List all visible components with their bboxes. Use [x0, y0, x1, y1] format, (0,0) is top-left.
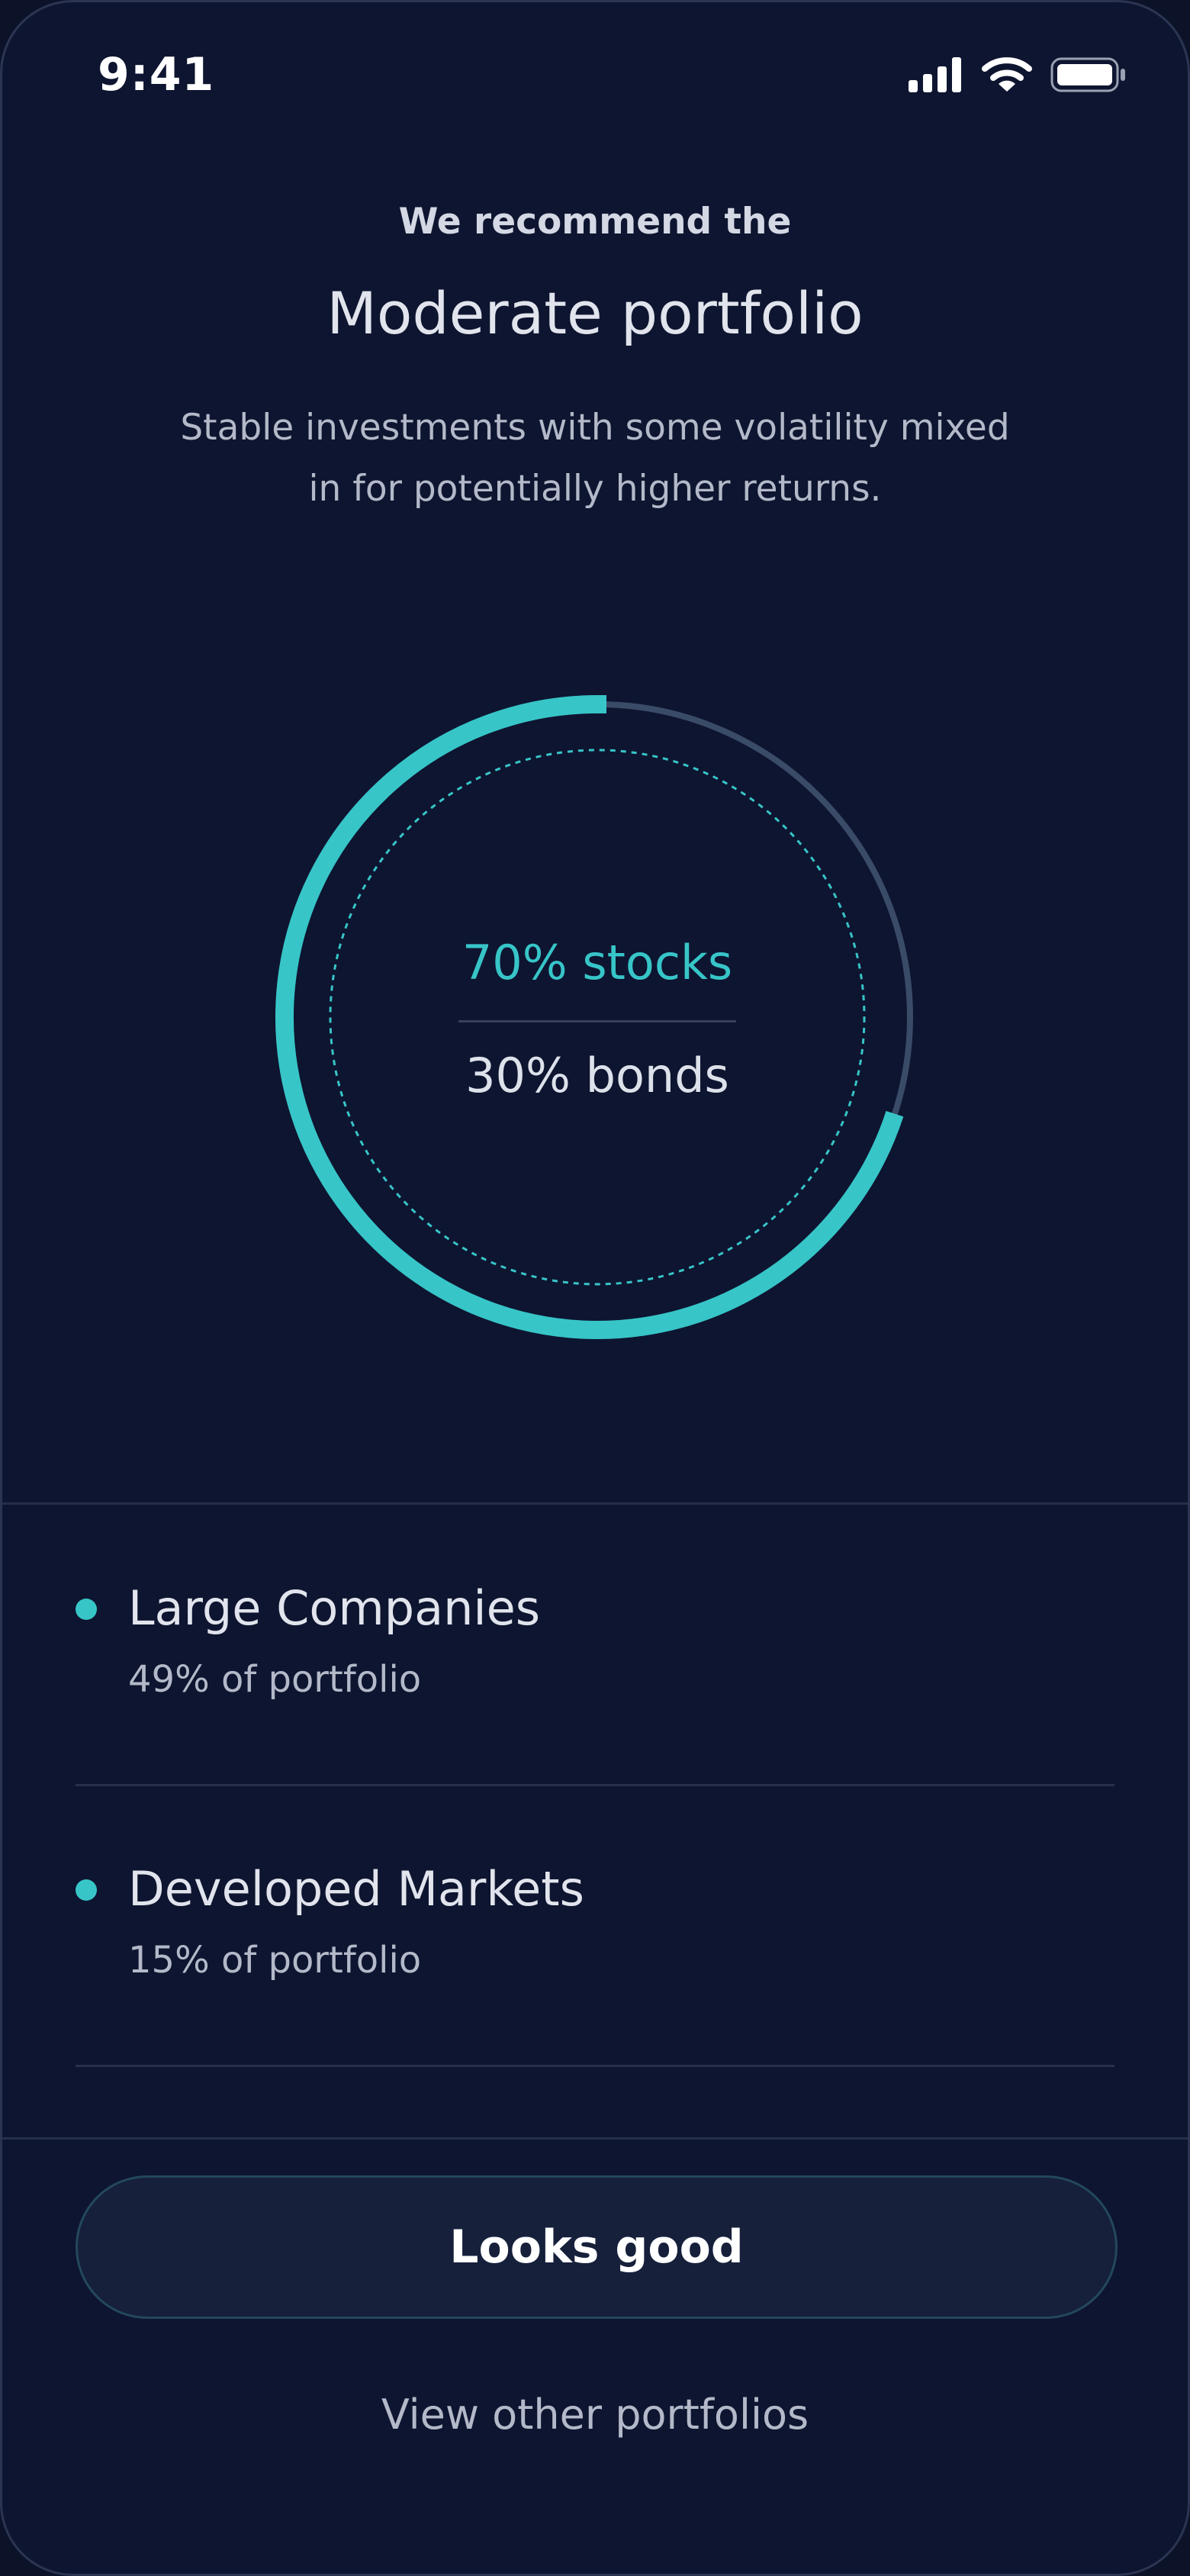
holding-item-large-companies[interactable]: Large Companies 49% of portfolio: [2, 1505, 1188, 1786]
action-footer: Looks good View other portfolios: [2, 2139, 1188, 2574]
holding-name: Large Companies: [128, 1580, 541, 1636]
looks-good-button[interactable]: Looks good: [76, 2175, 1118, 2319]
holding-divider: [76, 2065, 1114, 2067]
eyebrow-text: We recommend the: [398, 201, 792, 243]
status-bar: 9:41: [2, 2, 1188, 147]
stocks-percentage-label: 70% stocks: [462, 935, 733, 990]
section-divider-top: [2, 1502, 1188, 1505]
page-title: Moderate portfolio: [326, 279, 864, 347]
holding-share: 15% of portfolio: [128, 1939, 422, 1982]
wifi-icon: [982, 56, 1032, 96]
cellular-signal-icon: [909, 57, 963, 95]
bonds-percentage-label: 30% bonds: [465, 1048, 729, 1103]
holding-dot-icon: [76, 1879, 97, 1901]
status-icons: [909, 57, 1127, 95]
battery-icon: [1050, 57, 1127, 95]
status-time: 9:41: [98, 48, 215, 101]
holding-dot-icon: [76, 1599, 97, 1620]
chart-center: 70% stocks 30% bonds: [269, 689, 925, 1345]
view-other-portfolios-link[interactable]: View other portfolios: [2, 2391, 1188, 2439]
holdings-list: Large Companies 49% of portfolio Develop…: [2, 1505, 1188, 2067]
recommendation-header: We recommend the Moderate portfolio Stab…: [2, 201, 1188, 520]
phone-screen: 9:41 We recommend the Moderate portfolio…: [0, 0, 1190, 2576]
allocation-ring-chart: 70% stocks 30% bonds: [269, 689, 925, 1345]
holding-name: Developed Markets: [128, 1861, 584, 1917]
portfolio-description: Stable investments with some volatility …: [180, 407, 1010, 510]
center-divider: [458, 1020, 736, 1022]
holding-item-developed-markets[interactable]: Developed Markets 15% of portfolio: [2, 1786, 1188, 2067]
holding-share: 49% of portfolio: [128, 1658, 422, 1701]
